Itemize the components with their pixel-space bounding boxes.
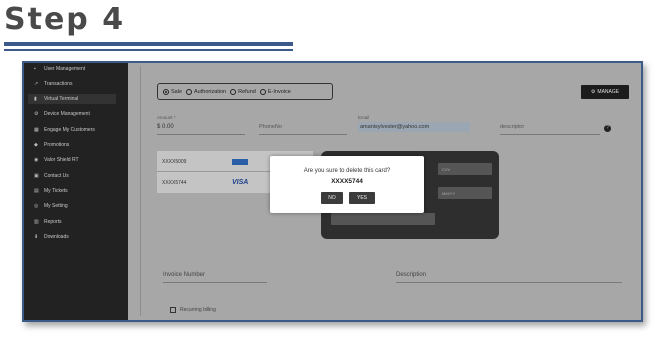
sidebar-item-transactions[interactable]: ↗ Transactions [34, 81, 72, 87]
amount-label: Amount * [157, 115, 176, 120]
sidebar-item-promotions[interactable]: ◆ Promotions [34, 142, 69, 148]
download-icon: ⬇ [34, 233, 39, 240]
no-button[interactable]: NO [321, 192, 343, 204]
radio-label: Sale [171, 88, 183, 95]
email-label: Email [358, 115, 370, 120]
content-border [140, 66, 141, 316]
card-number: XXXX5009 [162, 158, 187, 165]
card-number-input[interactable] [331, 213, 435, 225]
sidebar: ▪ User Management ↗ Transactions ▮ Virtual … [24, 63, 128, 320]
radio-label: Authorization [194, 88, 227, 95]
manage-button[interactable]: ⚙ MANAGE [581, 85, 629, 99]
radio-refund[interactable]: Refund [230, 88, 256, 95]
phone-underline [259, 134, 347, 135]
radio-authorization[interactable]: Authorization [186, 88, 227, 95]
dialog-card-number: XXXX5744 [331, 178, 363, 185]
radio-label: Refund [238, 88, 256, 95]
radio-label: E-Invoice [267, 88, 291, 95]
yes-button[interactable]: YES [349, 192, 375, 204]
recurring-checkbox[interactable] [170, 307, 176, 313]
amount-input[interactable]: $ 0.00 [157, 124, 174, 130]
amount-underline [157, 134, 245, 135]
sidebar-item-reports[interactable]: ▥ Reports [34, 219, 62, 225]
report-icon: ▥ [34, 218, 39, 225]
transaction-type-selector: Sale Authorization Refund E-Invoice [157, 83, 333, 100]
sidebar-item-label: My Setting [44, 203, 68, 209]
sidebar-item-label: Valor Shield RT [44, 157, 79, 163]
sidebar-item-label: Engage My Customers [44, 127, 95, 133]
page-title: Step 4 [4, 2, 126, 37]
gear-icon: ⚙ [590, 89, 596, 95]
amex-logo-icon [232, 158, 248, 165]
cvv-input[interactable]: CVV [438, 163, 492, 175]
expiry-input[interactable]: MM/YY [438, 187, 492, 199]
radio-sale[interactable]: Sale [163, 88, 183, 95]
sidebar-item-label: Contact Us [44, 173, 69, 179]
email-input[interactable]: amanisylvester@yahoo.com [360, 124, 429, 130]
sidebar-item-my-setting[interactable]: ◎ My Setting [34, 203, 68, 209]
customers-icon: ▦ [34, 126, 39, 133]
contact-icon: ▣ [34, 172, 39, 179]
shield-icon: ◉ [34, 156, 39, 163]
tag-icon: ◆ [34, 141, 38, 148]
terminal-icon: ▮ [34, 95, 37, 102]
help-icon[interactable]: ? [604, 125, 611, 132]
visa-logo-icon: VISA [232, 179, 249, 186]
recurring-billing-option[interactable]: Recurring billing [170, 307, 216, 313]
sidebar-item-virtual-terminal[interactable]: ▮ Virtual Terminal [34, 96, 78, 102]
radio-dot [186, 88, 193, 95]
ticket-icon: ▤ [34, 187, 39, 194]
description-underline [396, 282, 622, 283]
manage-button-label: MANAGE [597, 89, 620, 95]
descriptor-underline [500, 134, 600, 135]
sidebar-item-downloads[interactable]: ⬇ Downloads [34, 234, 69, 240]
title-underline [4, 42, 293, 46]
card-number: XXXX5744 [162, 179, 187, 186]
sidebar-item-my-tickets[interactable]: ▤ My Tickets [34, 188, 68, 194]
sidebar-item-label: Reports [44, 219, 62, 225]
descriptor-input[interactable]: descriptor [500, 124, 524, 130]
device-icon: ⚙ [34, 110, 39, 117]
sidebar-item-label: Device Management [44, 111, 90, 117]
gear-icon: ◎ [34, 202, 39, 209]
delete-card-dialog: Are you sure to delete this card? XXXX57… [270, 156, 424, 213]
sidebar-item-label: Downloads [44, 234, 69, 240]
description-input[interactable]: Description [396, 272, 426, 278]
radio-dot [259, 88, 266, 95]
invoice-underline [163, 282, 267, 283]
sidebar-item-label: My Tickets [44, 188, 68, 194]
sidebar-item-label: Promotions [44, 142, 70, 148]
phone-input[interactable]: PhoneNo [259, 124, 282, 130]
radio-dot [163, 88, 169, 95]
main-content: Sale Authorization Refund E-Invoice ⚙ MAN… [128, 63, 641, 320]
sidebar-item-valor-shield[interactable]: ◉ Valor Shield RT [34, 157, 79, 163]
sidebar-item-engage-customers[interactable]: ▦ Engage My Customers [34, 127, 95, 133]
radio-e-invoice[interactable]: E-Invoice [259, 88, 291, 95]
title-underline-thin [4, 49, 293, 51]
sidebar-item-user-management[interactable]: ▪ User Management [34, 66, 85, 72]
recurring-label: Recurring billing [180, 307, 216, 313]
sidebar-item-label: Transactions [44, 81, 73, 87]
invoice-number-input[interactable]: Invoice Number [163, 272, 205, 278]
sidebar-item-contact-us[interactable]: ▣ Contact Us [34, 173, 69, 179]
app-screenshot: ▪ User Management ↗ Transactions ▮ Virtual … [22, 61, 643, 322]
dialog-question: Are you sure to delete this card? [303, 168, 391, 174]
transactions-icon: ↗ [34, 80, 39, 87]
users-icon: ▪ [34, 65, 36, 72]
sidebar-item-device-management[interactable]: ⚙ Device Management [34, 111, 90, 117]
radio-dot [230, 88, 237, 95]
sidebar-item-label: Virtual Terminal [44, 96, 79, 102]
sidebar-item-label: User Management [44, 66, 86, 72]
